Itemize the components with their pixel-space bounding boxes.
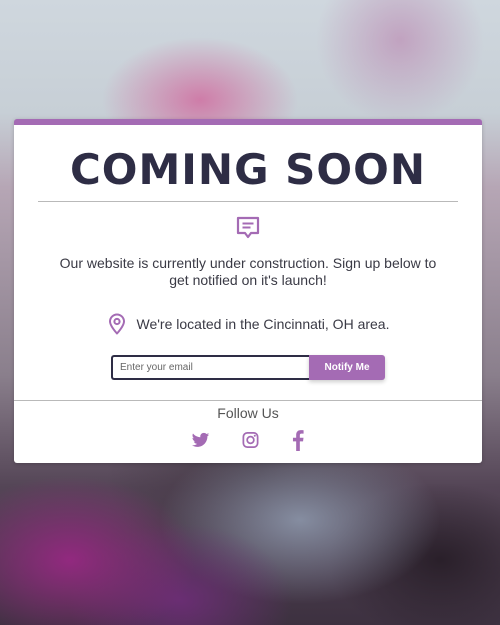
- twitter-icon: [191, 432, 210, 447]
- footer-divider: [14, 400, 482, 401]
- instagram-icon: [242, 432, 259, 448]
- social-links: [14, 429, 482, 451]
- facebook-icon: [292, 430, 304, 451]
- map-pin-icon: [108, 313, 125, 335]
- title-divider: [38, 201, 458, 202]
- coming-soon-card: COMING SOON Our website is currently und…: [14, 119, 482, 463]
- location-row: We're located in the Cincinnati, OH area…: [14, 312, 482, 336]
- notify-me-button[interactable]: Notify Me: [309, 355, 385, 380]
- follow-us-heading: Follow Us: [217, 405, 279, 421]
- location-text: We're located in the Cincinnati, OH area…: [136, 316, 390, 332]
- instagram-link[interactable]: [241, 429, 260, 451]
- signup-form: Notify Me: [111, 355, 385, 380]
- twitter-link[interactable]: [191, 429, 210, 451]
- construction-message: Our website is currently under construct…: [59, 255, 437, 288]
- facebook-link[interactable]: [291, 429, 305, 451]
- page-title: COMING SOON: [69, 145, 426, 194]
- email-input[interactable]: [111, 355, 309, 380]
- chat-icon: [236, 216, 260, 239]
